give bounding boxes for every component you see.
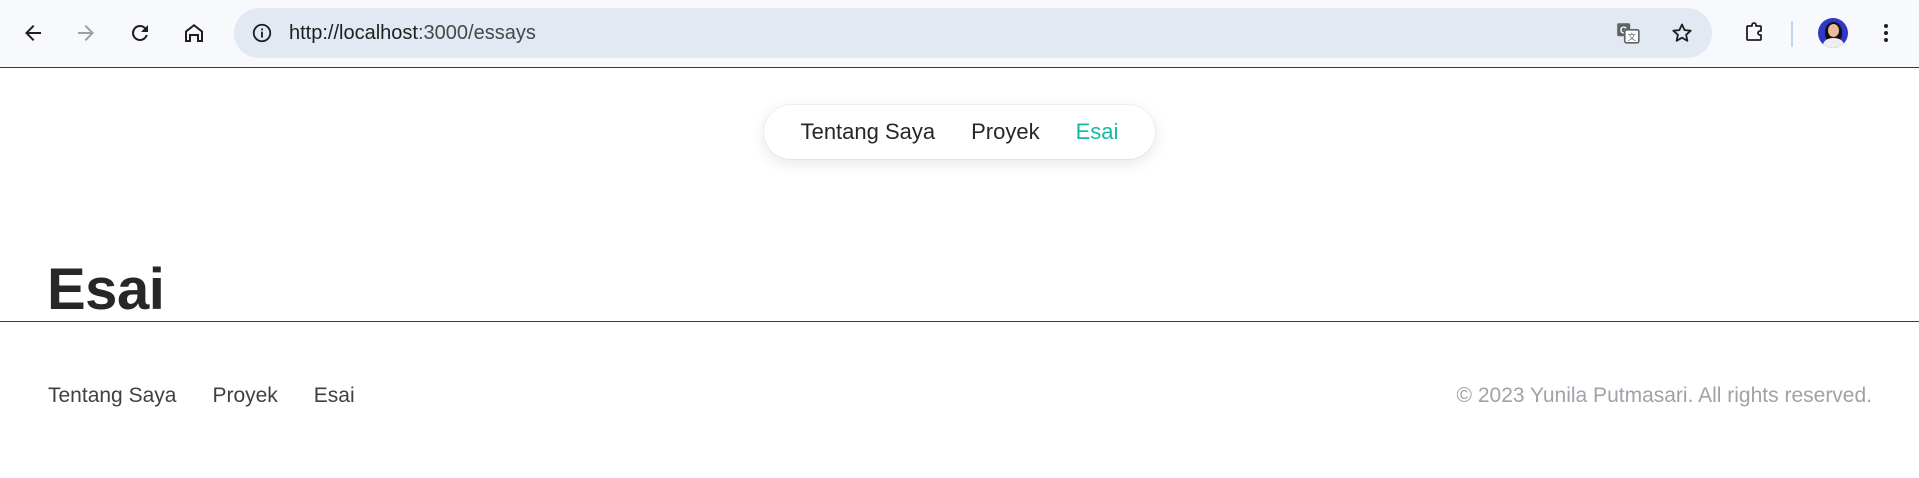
forward-button[interactable] bbox=[66, 13, 106, 53]
back-button[interactable] bbox=[13, 13, 53, 53]
url-host: http://localhost bbox=[289, 22, 418, 44]
extensions-button[interactable] bbox=[1734, 13, 1774, 53]
copyright-text: © 2023 Yunila Putmasari. All rights rese… bbox=[1456, 384, 1872, 407]
footer-link-about[interactable]: Tentang Saya bbox=[48, 384, 176, 408]
top-navigation: Tentang Saya Proyek Esai bbox=[764, 105, 1155, 159]
svg-text:文: 文 bbox=[1627, 31, 1636, 42]
page-title: Esai bbox=[47, 257, 165, 322]
translate-icon: G 文 bbox=[1617, 23, 1640, 44]
arrow-left-icon bbox=[25, 25, 41, 41]
star-icon bbox=[1672, 23, 1692, 42]
site-info-button[interactable] bbox=[246, 17, 278, 49]
url-text[interactable]: http://localhost:3000/essays bbox=[289, 8, 536, 58]
footer-links: Tentang Saya Proyek Esai bbox=[48, 384, 355, 408]
kebab-menu-icon bbox=[1884, 24, 1888, 42]
info-icon bbox=[252, 23, 272, 43]
home-icon bbox=[185, 24, 203, 42]
footer-divider bbox=[0, 321, 1919, 322]
url-path: :3000/essays bbox=[417, 22, 536, 44]
browser-toolbar: http://localhost:3000/essays G 文 bbox=[0, 0, 1919, 68]
profile-avatar[interactable] bbox=[1818, 18, 1848, 48]
nav-link-projects[interactable]: Proyek bbox=[971, 119, 1039, 145]
toolbar-divider bbox=[1791, 21, 1793, 47]
puzzle-icon bbox=[1746, 22, 1762, 41]
arrow-right-icon bbox=[78, 25, 94, 41]
browser-menu-button[interactable] bbox=[1866, 13, 1906, 53]
footer-link-essays[interactable]: Esai bbox=[314, 384, 355, 408]
nav-link-about[interactable]: Tentang Saya bbox=[801, 119, 936, 145]
footer-link-projects[interactable]: Proyek bbox=[212, 384, 277, 408]
address-bar[interactable]: http://localhost:3000/essays G 文 bbox=[234, 8, 1712, 58]
reload-button[interactable] bbox=[120, 13, 160, 53]
reload-icon bbox=[131, 24, 148, 41]
nav-link-essays[interactable]: Esai bbox=[1076, 119, 1119, 145]
bookmark-button[interactable] bbox=[1666, 17, 1698, 49]
translate-button[interactable]: G 文 bbox=[1612, 17, 1644, 49]
home-button[interactable] bbox=[174, 13, 214, 53]
